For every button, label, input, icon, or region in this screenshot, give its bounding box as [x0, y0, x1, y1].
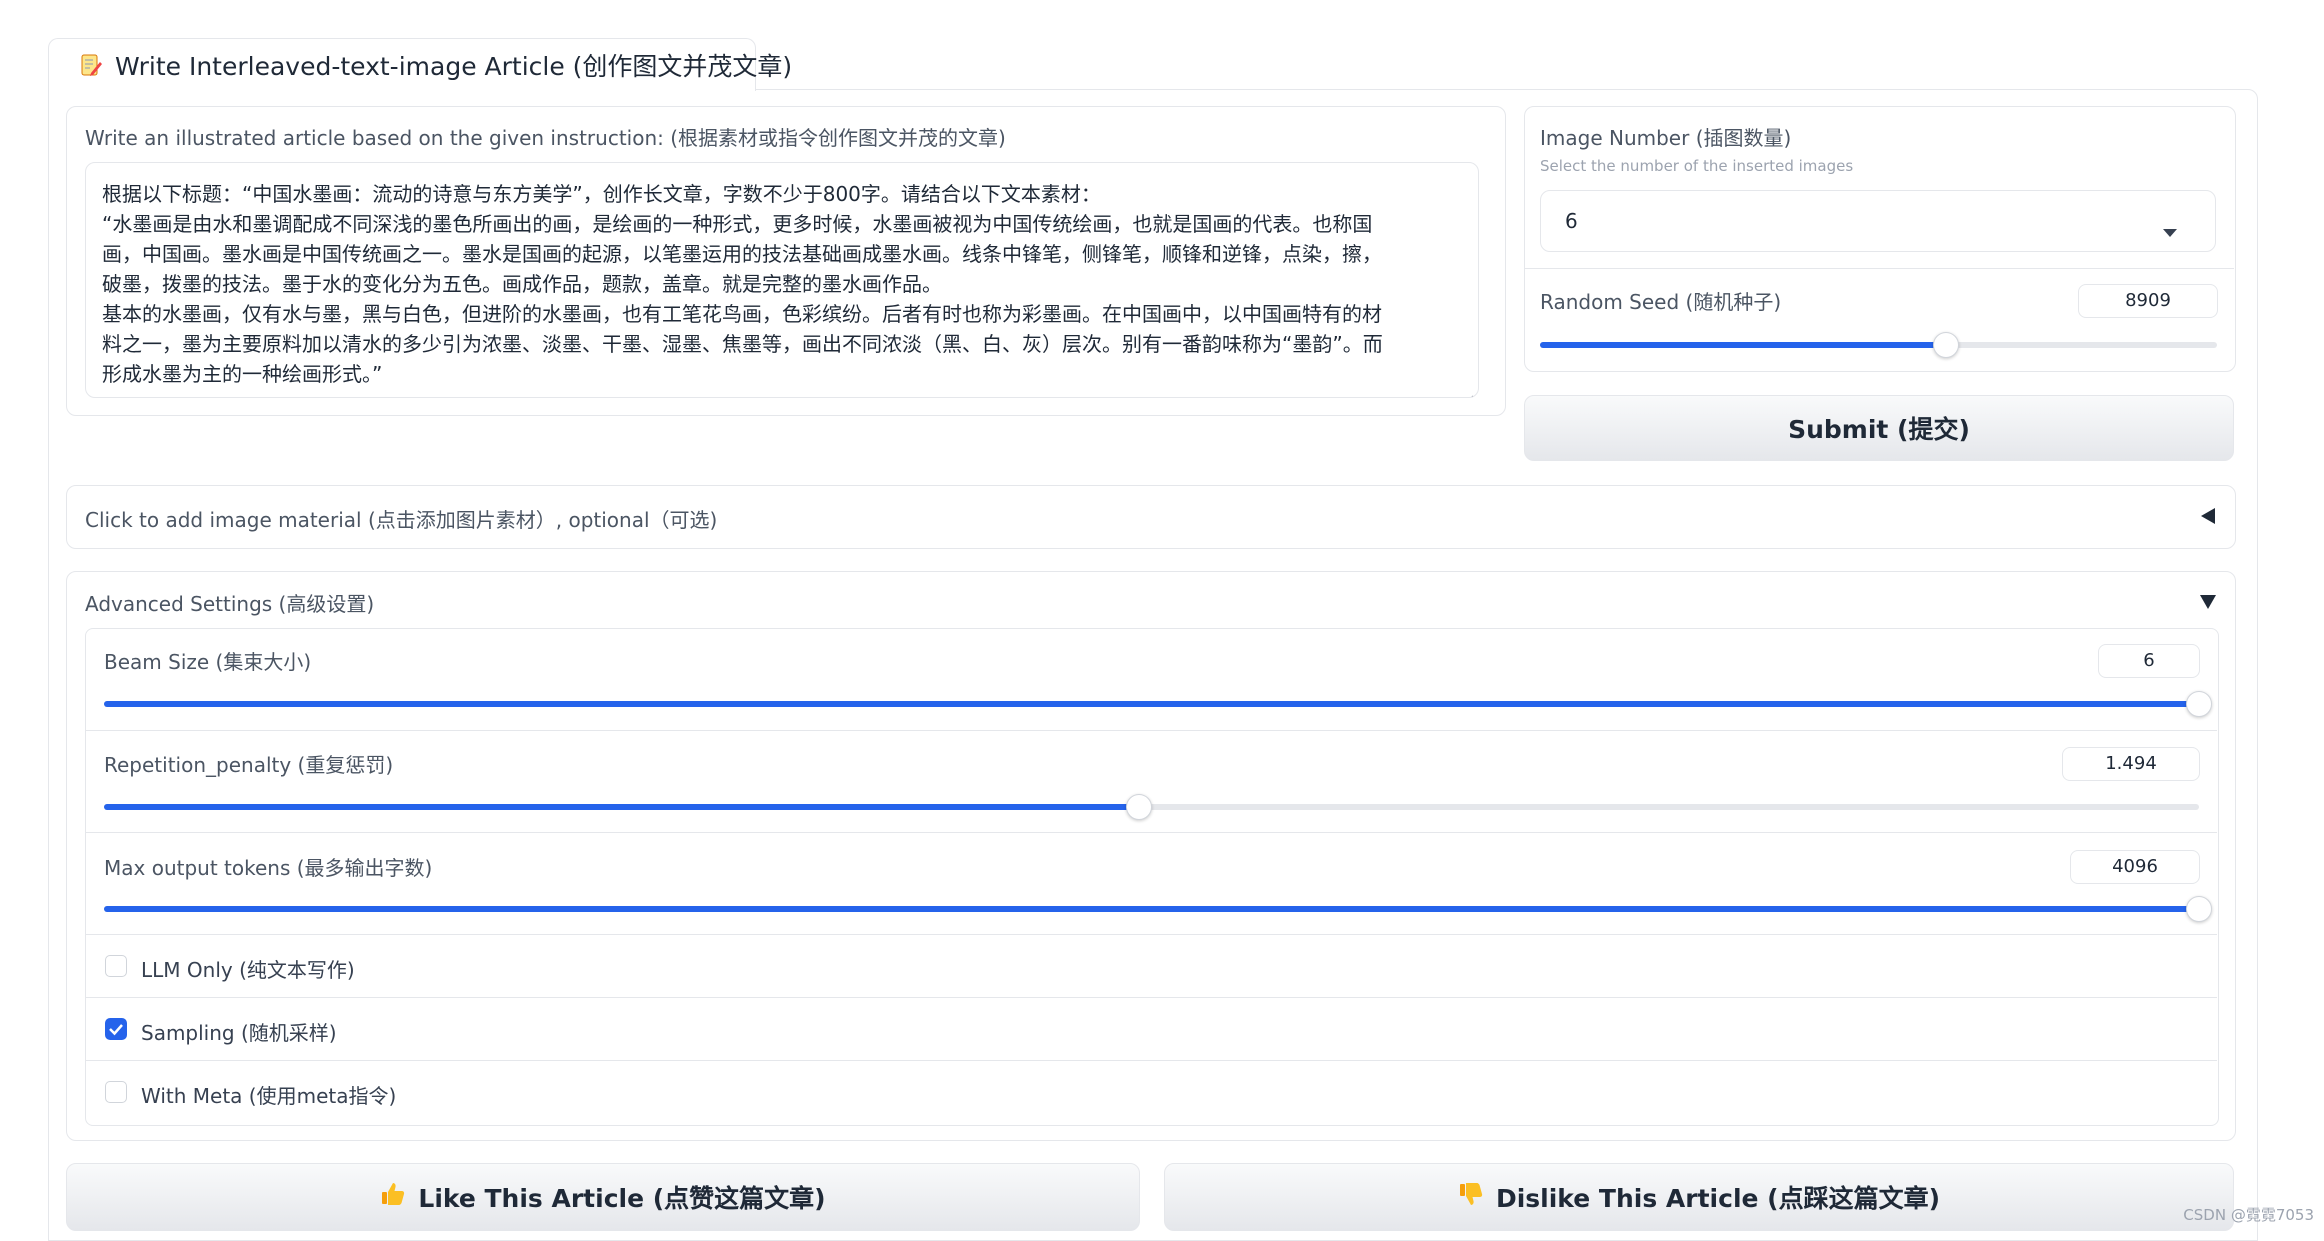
dislike-button[interactable]: Dislike This Article (点踩这篇文章)	[1164, 1163, 2234, 1231]
random-seed-input[interactable]: 8909	[2078, 284, 2218, 318]
instruction-line: 画，中国画。墨水画是中国传统画之一。墨水是国画的起源，以笔墨运用的技法基础画成墨…	[102, 242, 1382, 266]
slider-fill	[1540, 342, 1947, 348]
instruction-line: 料之一，墨为主要原料加以清水的多少引为浓墨、淡墨、干墨、湿墨、焦墨等，画出不同浓…	[102, 332, 1383, 356]
max-tokens-label: Max output tokens (最多输出字数)	[104, 856, 433, 880]
divider	[85, 1060, 2217, 1061]
divider	[85, 730, 2217, 731]
instruction-textarea[interactable]: 根据以下标题：“中国水墨画：流动的诗意与东方美学”，创作长文章，字数不少于800…	[85, 162, 1479, 398]
llm-only-checkbox[interactable]	[105, 955, 127, 977]
with-meta-checkbox[interactable]	[105, 1081, 127, 1103]
max-tokens-slider[interactable]	[104, 896, 2212, 922]
collapse-left-triangle-icon	[2201, 508, 2215, 528]
dislike-label: Dislike This Article (点踩这篇文章)	[1495, 1184, 1941, 1213]
slider-thumb[interactable]	[2186, 691, 2212, 717]
slider-fill	[104, 804, 1139, 810]
memo-pencil-icon	[79, 53, 103, 77]
image-number-dropdown[interactable]: 6	[1540, 190, 2216, 252]
with-meta-label: With Meta (使用meta指令)	[141, 1084, 397, 1108]
beam-size-input[interactable]: 6	[2098, 644, 2200, 678]
instruction-line: 形成水墨为主的一种绘画形式。”	[102, 362, 383, 386]
repetition-penalty-input[interactable]: 1.494	[2062, 747, 2200, 781]
submit-button[interactable]: Submit (提交)	[1524, 395, 2234, 461]
divider	[85, 997, 2217, 998]
checkmark-icon	[109, 1024, 123, 1036]
watermark: CSDN @霓霓7053	[2183, 1206, 2314, 1224]
like-button[interactable]: Like This Article (点赞这篇文章)	[66, 1163, 1140, 1231]
repetition-penalty-slider[interactable]	[104, 794, 2199, 820]
chevron-down-icon	[2163, 218, 2177, 242]
slider-fill	[104, 701, 2199, 707]
random-seed-label: Random Seed (随机种子)	[1540, 290, 1782, 314]
divider	[85, 832, 2217, 833]
thumbs-up-icon	[380, 1181, 406, 1213]
instruction-line: 基本的水墨画，仅有水与墨，黑与白色，但进阶的水墨画，也有工笔花鸟画，色彩缤纷。后…	[102, 302, 1382, 326]
beam-size-slider[interactable]	[104, 691, 2212, 717]
advanced-settings-label[interactable]: Advanced Settings (高级设置)	[85, 588, 374, 617]
instruction-label: Write an illustrated article based on th…	[85, 126, 1006, 150]
slider-thumb[interactable]	[1125, 794, 1152, 820]
instruction-line: “水墨画是由水和墨调配成不同深浅的墨色所画出的画，是绘画的一种形式，更多时候，水…	[102, 212, 1373, 236]
thumbs-down-icon	[1458, 1181, 1484, 1213]
slider-thumb[interactable]	[1933, 332, 1960, 358]
tab-write-article[interactable]: Write Interleaved-text-image Article (创作…	[48, 38, 792, 91]
sampling-label: Sampling (随机采样)	[141, 1021, 337, 1045]
tab-label: Write Interleaved-text-image Article (创作…	[115, 52, 793, 81]
image-number-info: Select the number of the inserted images	[1540, 157, 1854, 175]
image-material-accordion[interactable]: Click to add image material (点击添加图片素材）, …	[66, 485, 2236, 549]
instruction-line: 根据以下标题：“中国水墨画：流动的诗意与东方美学”，创作长文章，字数不少于800…	[102, 182, 1101, 206]
divider	[1524, 268, 2234, 269]
resize-handle-icon[interactable]	[1464, 383, 1474, 397]
beam-size-label: Beam Size (集束大小)	[104, 650, 312, 674]
llm-only-label: LLM Only (纯文本写作)	[141, 958, 355, 982]
sampling-checkbox[interactable]	[105, 1018, 127, 1040]
slider-fill	[104, 906, 2199, 912]
image-material-label: Click to add image material (点击添加图片素材）, …	[85, 508, 718, 532]
divider	[85, 934, 2217, 935]
image-number-label: Image Number (插图数量)	[1540, 126, 1792, 150]
instruction-line: 破墨，拨墨的技法。墨于水的变化分为五色。画成作品，题款，盖章。就是完整的墨水画作…	[102, 272, 942, 296]
like-label: Like This Article (点赞这篇文章)	[418, 1184, 826, 1213]
max-tokens-input[interactable]: 4096	[2070, 850, 2200, 884]
slider-thumb[interactable]	[2186, 896, 2212, 922]
image-number-value: 6	[1565, 209, 1578, 233]
expand-down-triangle-icon[interactable]	[2200, 594, 2216, 613]
random-seed-slider[interactable]	[1540, 332, 2217, 358]
repetition-penalty-label: Repetition_penalty (重复惩罚)	[104, 753, 394, 777]
